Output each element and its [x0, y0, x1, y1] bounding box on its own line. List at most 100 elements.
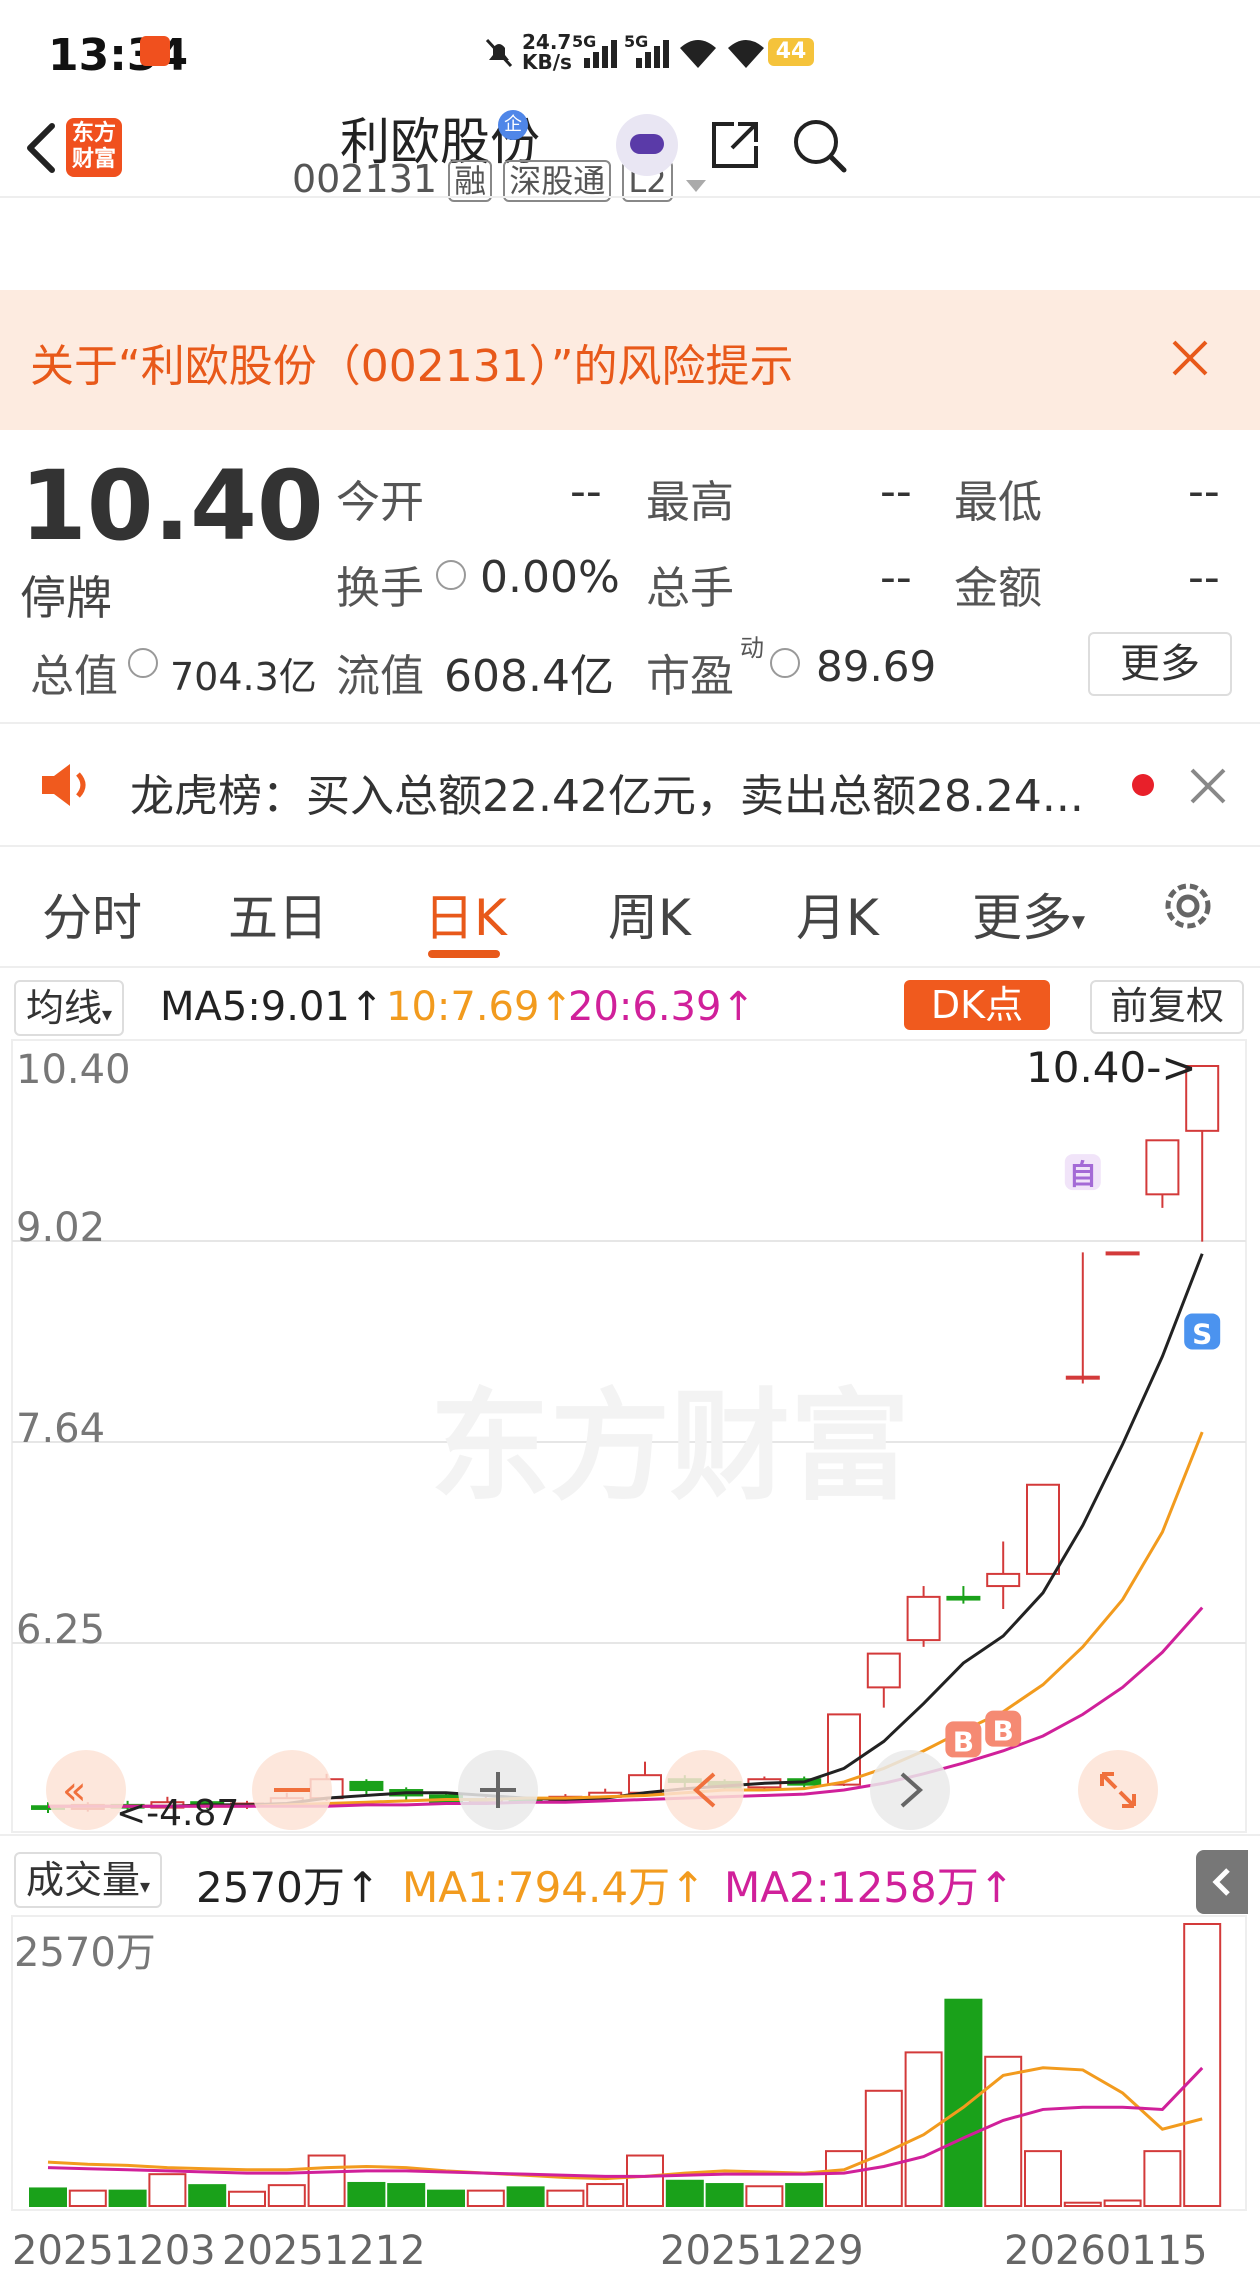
battery-icon: 44: [768, 38, 814, 66]
volume-bar: [68, 2189, 107, 2207]
tab-intraday[interactable]: 分时: [42, 878, 142, 950]
candle-body: [866, 1652, 901, 1689]
side-panel-toggle[interactable]: [1196, 1850, 1248, 1914]
amount-value: --: [1188, 552, 1220, 603]
volume-axis-label: 2570万: [14, 1930, 156, 1976]
self-select-marker: 自: [1069, 1158, 1097, 1191]
candle-body: [986, 1572, 1021, 1588]
fullscreen-icon[interactable]: [1078, 1750, 1158, 1830]
date-axis-label: 20251229: [660, 2228, 864, 2274]
open-label: 今开: [336, 477, 424, 528]
trade-status: 停牌: [20, 571, 112, 625]
low-value: --: [1188, 466, 1220, 517]
price-axis-label: 9.02: [16, 1205, 105, 1251]
robot-assistant-icon[interactable]: [616, 114, 678, 176]
volume-bar: [984, 2055, 1023, 2207]
volume-bar: [506, 2186, 545, 2208]
volume-bar: [108, 2189, 147, 2207]
scroll-left-icon[interactable]: [664, 1750, 744, 1830]
date-axis-label: 20251203: [12, 2228, 216, 2274]
buy-marker: B: [953, 1725, 974, 1758]
tab-more[interactable]: 更多▾: [972, 878, 1085, 950]
unread-dot: [1132, 774, 1154, 796]
buy-marker: B: [993, 1715, 1014, 1748]
divider: [0, 196, 1260, 198]
mute-bell-icon: [485, 38, 513, 68]
lhb-notice[interactable]: 龙虎榜：买入总额22.42亿元，卖出总额28.24...: [130, 760, 1084, 824]
ma5-value: MA5:9.01↑: [160, 984, 384, 1030]
volume-label: 总手: [646, 563, 734, 614]
close-icon[interactable]: [1188, 766, 1228, 810]
volume-bar: [1183, 1923, 1222, 2207]
tab-daily-k[interactable]: 日K: [424, 878, 507, 950]
pe-sup: 动: [740, 634, 764, 662]
back-arrow-icon[interactable]: [18, 118, 68, 178]
turnover-label: 换手: [336, 563, 424, 614]
volume-bar: [427, 2189, 465, 2207]
chevron-down-icon: [685, 180, 706, 192]
volume-bar: [745, 2185, 784, 2207]
wifi-icon-2: [726, 38, 766, 72]
close-icon[interactable]: [1168, 336, 1212, 384]
volume-bar: [1143, 2150, 1182, 2207]
volume-bar: [228, 2190, 266, 2208]
low-price-label: <-4.87: [116, 1793, 239, 1834]
float-value: 608.4亿: [444, 651, 614, 702]
info-icon[interactable]: [436, 560, 466, 590]
float-label: 流值: [336, 651, 424, 702]
risk-banner[interactable]: 关于“利欧股份（002131）”的风险提示: [0, 290, 1260, 430]
volume-bar: [904, 2051, 943, 2207]
volume-bar: [586, 2183, 625, 2207]
volume-bar: [1103, 2199, 1142, 2207]
volume-bar: [546, 2189, 585, 2207]
volume-bar: [626, 2154, 664, 2208]
volume-chart[interactable]: 2570万 20251203 20251212 20251229 20260115: [0, 1914, 1260, 2281]
vol-ma2: MA2:1258万↑: [724, 1863, 1014, 1912]
wifi-icon-1: [678, 38, 718, 72]
tab-five-day[interactable]: 五日: [228, 878, 328, 950]
open-value: --: [570, 466, 602, 517]
last-price: 10.40: [20, 450, 324, 562]
volume-bar: [347, 2181, 386, 2207]
dk-point-button[interactable]: DK点: [904, 980, 1050, 1030]
volume-bar: [705, 2183, 744, 2207]
volume-value: --: [880, 552, 912, 603]
volume-bar: [825, 2150, 863, 2207]
divider: [0, 722, 1260, 724]
divider: [0, 1834, 1260, 1836]
candlestick-chart[interactable]: 东方财富 10.40 9.02 7.64 6.25 10.40-> <-4.87…: [0, 1038, 1260, 1838]
net-speed: 24.7 KB/s: [522, 30, 572, 74]
amount-label: 金额: [954, 563, 1042, 614]
volume-bar: [1063, 2201, 1102, 2207]
info-icon[interactable]: [128, 648, 158, 678]
date-axis-label: 20251212: [222, 2228, 426, 2274]
scroll-right-icon[interactable]: [870, 1750, 950, 1830]
stock-code: 002131: [292, 157, 438, 201]
volume-current: 2570万↑: [196, 1863, 381, 1912]
info-icon[interactable]: [770, 648, 800, 678]
volume-bar: [1024, 2150, 1062, 2207]
last-price-label: 10.40->: [1026, 1043, 1197, 1092]
divider: [0, 966, 1260, 968]
ma-select[interactable]: 均线▾: [14, 980, 125, 1036]
indicator-select[interactable]: 成交量▾: [14, 1852, 163, 1908]
price-axis-label: 6.25: [16, 1607, 105, 1653]
adjust-button[interactable]: 前复权: [1090, 980, 1244, 1034]
settings-gear-icon[interactable]: [1156, 874, 1220, 942]
verified-badge-icon: 企: [498, 110, 528, 140]
more-button[interactable]: 更多: [1088, 632, 1232, 696]
app-notification-icon: [140, 36, 170, 66]
candle-body: [1065, 1375, 1100, 1380]
app-logo: 东方 财富: [66, 118, 122, 177]
ma10-value: 10:7.69↑: [386, 984, 573, 1030]
share-icon[interactable]: [708, 118, 762, 176]
signal-icon-1: [584, 40, 620, 72]
price-axis-label: 10.40: [16, 1047, 131, 1093]
tab-weekly-k[interactable]: 周K: [608, 878, 691, 950]
high-value: --: [880, 466, 912, 517]
vol-ma1: MA1:794.4万↑: [402, 1863, 706, 1912]
ma20-value: 20:6.39↑: [568, 984, 755, 1030]
search-icon[interactable]: [792, 118, 848, 178]
tab-monthly-k[interactable]: 月K: [796, 878, 879, 950]
candle-body: [1105, 1251, 1140, 1256]
